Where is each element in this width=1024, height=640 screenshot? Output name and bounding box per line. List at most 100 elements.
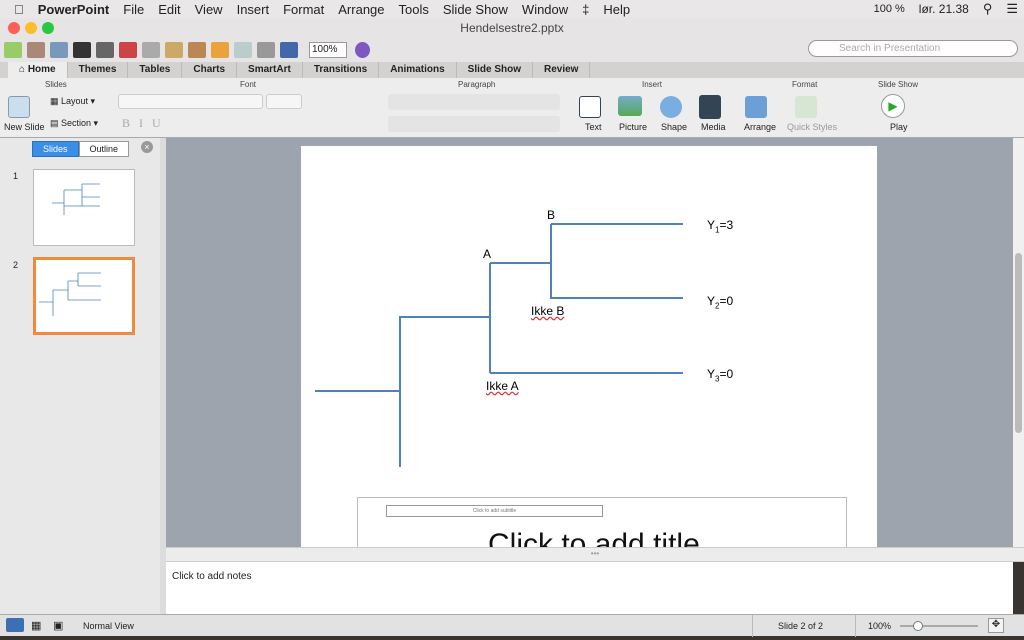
status-bar: ▦ ▣ Normal View Slide 2 of 2 100% ✥ <box>0 614 1024 637</box>
group-paragraph: Paragraph <box>458 80 496 89</box>
menu-file[interactable]: File <box>123 2 144 17</box>
outcome-2[interactable]: Y2=0 <box>707 294 733 310</box>
close-button[interactable] <box>8 22 20 34</box>
menu-edit[interactable]: Edit <box>158 2 180 17</box>
notification-icon[interactable]: ☰ <box>1006 1 1018 17</box>
menu-insert[interactable]: Insert <box>237 2 270 17</box>
picture-button[interactable]: Picture <box>619 122 647 132</box>
arrange-icon[interactable] <box>745 96 767 118</box>
undo-icon[interactable] <box>211 42 229 58</box>
paste-icon[interactable] <box>165 42 183 58</box>
minimize-button[interactable] <box>25 22 37 34</box>
play-icon[interactable]: ▶ <box>881 94 905 118</box>
new-slide-button[interactable]: New Slide <box>4 122 45 132</box>
layout-button[interactable]: ▦ Layout ▾ <box>50 96 95 107</box>
paragraph-buttons-row2[interactable] <box>388 116 560 132</box>
slideshow-view-icon[interactable]: ▣ <box>53 619 63 632</box>
menu-tools[interactable]: Tools <box>399 2 429 17</box>
battery-status[interactable]: 100 % <box>874 3 905 15</box>
tab-smartart[interactable]: SmartArt <box>237 62 303 78</box>
media-icon[interactable] <box>699 95 721 119</box>
font-size-select[interactable] <box>266 94 302 109</box>
title-placeholder[interactable]: Click to add subtitle Click to add title <box>357 497 847 547</box>
fit-to-window-icon[interactable]: ✥ <box>988 618 1004 633</box>
slide-sorter-view-icon[interactable]: ▦ <box>31 619 41 632</box>
view-label: Normal View <box>83 621 134 631</box>
gallery-icon[interactable] <box>27 42 45 58</box>
format-painter-icon[interactable] <box>188 42 206 58</box>
window-title: Hendelsestre2.pptx <box>460 21 564 35</box>
print-icon[interactable] <box>96 42 114 58</box>
script-icon[interactable]: ‡ <box>582 2 589 17</box>
spotlight-icon[interactable]: ⚲ <box>983 1 993 17</box>
text-box-icon[interactable] <box>579 96 601 118</box>
tab-transitions[interactable]: Transitions <box>303 62 380 78</box>
zoom-slider-handle[interactable] <box>913 621 923 631</box>
slide[interactable]: B A Ikke B Ikke A Y1=3 Y2=0 Y3=0 Click t… <box>301 146 877 547</box>
menu-app[interactable]: PowerPoint <box>38 2 110 17</box>
label-not-b[interactable]: Ikke B <box>531 304 564 318</box>
save-icon[interactable] <box>73 42 91 58</box>
tab-slide-show[interactable]: Slide Show <box>457 62 533 78</box>
copy-icon[interactable] <box>142 42 160 58</box>
text-button[interactable]: Text <box>585 122 602 132</box>
section-button[interactable]: ▤ Section ▾ <box>50 118 98 129</box>
outline-tab[interactable]: Outline <box>78 141 130 157</box>
vertical-scrollbar[interactable] <box>1013 138 1024 547</box>
tab-tables[interactable]: Tables <box>128 62 183 78</box>
slide-thumbnail-1[interactable] <box>33 169 135 246</box>
notes-splitter[interactable]: ••• <box>166 547 1024 562</box>
shape-icon[interactable] <box>660 96 682 118</box>
notes-input[interactable]: Click to add notes <box>166 562 1013 614</box>
zoom-slider[interactable] <box>900 625 978 627</box>
close-panel-icon[interactable]: × <box>141 141 153 153</box>
tab-charts[interactable]: Charts <box>182 62 238 78</box>
ribbon: Slides Font Paragraph Insert Format Slid… <box>0 78 1024 138</box>
tab-animations[interactable]: Animations <box>379 62 457 78</box>
zoom-select[interactable]: 100% <box>309 42 347 58</box>
redo-icon[interactable] <box>234 42 252 58</box>
subtitle-placeholder[interactable]: Click to add subtitle <box>386 505 603 517</box>
label-not-a[interactable]: Ikke A <box>486 379 519 393</box>
media-button[interactable]: Media <box>701 122 726 132</box>
tab-review[interactable]: Review <box>533 62 591 78</box>
slide-thumbnail-2[interactable] <box>33 257 135 335</box>
shape-button[interactable]: Shape <box>661 122 687 132</box>
clock[interactable]: lør. 21.38 <box>919 2 969 16</box>
paragraph-buttons-row1[interactable] <box>388 94 560 110</box>
menu-window[interactable]: Window <box>522 2 568 17</box>
menu-format[interactable]: Format <box>283 2 324 17</box>
slide-sorter-icon[interactable] <box>257 42 275 58</box>
menu-arrange[interactable]: Arrange <box>338 2 384 17</box>
normal-view-icon[interactable] <box>6 618 24 632</box>
label-a[interactable]: A <box>483 247 491 261</box>
slideshow-icon[interactable] <box>280 42 298 58</box>
font-format-buttons[interactable]: BIU <box>122 116 170 131</box>
zoom-button[interactable] <box>42 22 54 34</box>
arrange-button[interactable]: Arrange <box>744 122 776 132</box>
slides-tab[interactable]: Slides <box>32 141 79 157</box>
label-b[interactable]: B <box>547 208 555 222</box>
cut-icon[interactable] <box>119 42 137 58</box>
menu-view[interactable]: View <box>195 2 223 17</box>
font-name-select[interactable] <box>118 94 263 109</box>
quick-styles-button[interactable]: Quick Styles <box>787 122 837 132</box>
tab-home[interactable]: ⌂ Home <box>8 62 68 78</box>
menu-slide-show[interactable]: Slide Show <box>443 2 508 17</box>
menu-help[interactable]: Help <box>603 2 630 17</box>
search-input[interactable]: Search in Presentation <box>808 40 1018 57</box>
play-button[interactable]: Play <box>890 122 908 132</box>
apple-icon[interactable]:  <box>14 2 24 17</box>
outcome-1[interactable]: Y1=3 <box>707 218 733 234</box>
group-font: Font <box>240 80 257 89</box>
ribbon-tabs: ⌂ Home Themes Tables Charts SmartArt Tra… <box>0 62 1024 78</box>
quick-styles-icon[interactable] <box>795 96 817 118</box>
scroll-thumb[interactable] <box>1015 253 1022 433</box>
picture-icon[interactable] <box>618 96 642 116</box>
open-icon[interactable] <box>50 42 68 58</box>
help-icon[interactable] <box>355 42 370 58</box>
new-slide-icon[interactable] <box>8 96 30 118</box>
tab-themes[interactable]: Themes <box>68 62 129 78</box>
outcome-3[interactable]: Y3=0 <box>707 367 733 383</box>
new-icon[interactable] <box>4 42 22 58</box>
